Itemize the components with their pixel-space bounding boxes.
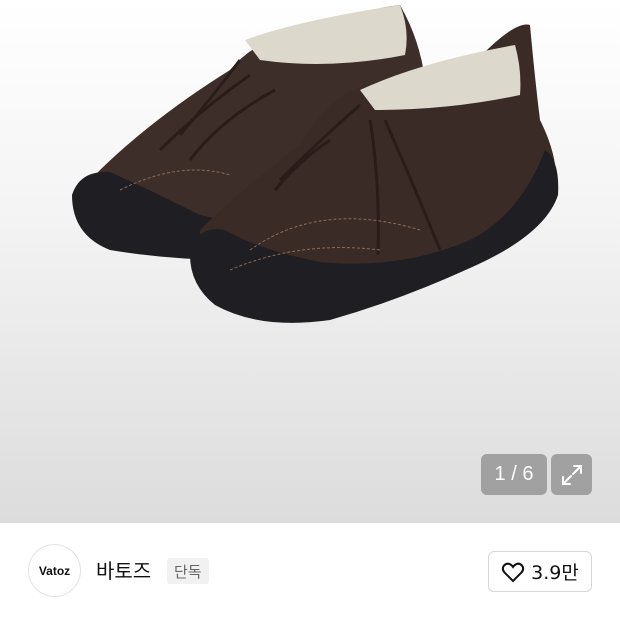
- expand-arrows-icon: [561, 464, 582, 485]
- expand-button[interactable]: [551, 454, 592, 495]
- heart-outline-icon: [502, 562, 525, 582]
- brand-logo[interactable]: Vatoz: [28, 544, 81, 597]
- like-count: 3.9만: [531, 562, 579, 584]
- brand-name[interactable]: 바토즈: [96, 558, 151, 584]
- product-image: [72, 5, 559, 323]
- like-button[interactable]: 3.9만: [488, 551, 592, 592]
- exclusive-badge: 단독: [167, 558, 209, 584]
- product-image-gallery[interactable]: 1 / 6: [0, 0, 620, 523]
- image-counter: 1 / 6: [481, 454, 547, 495]
